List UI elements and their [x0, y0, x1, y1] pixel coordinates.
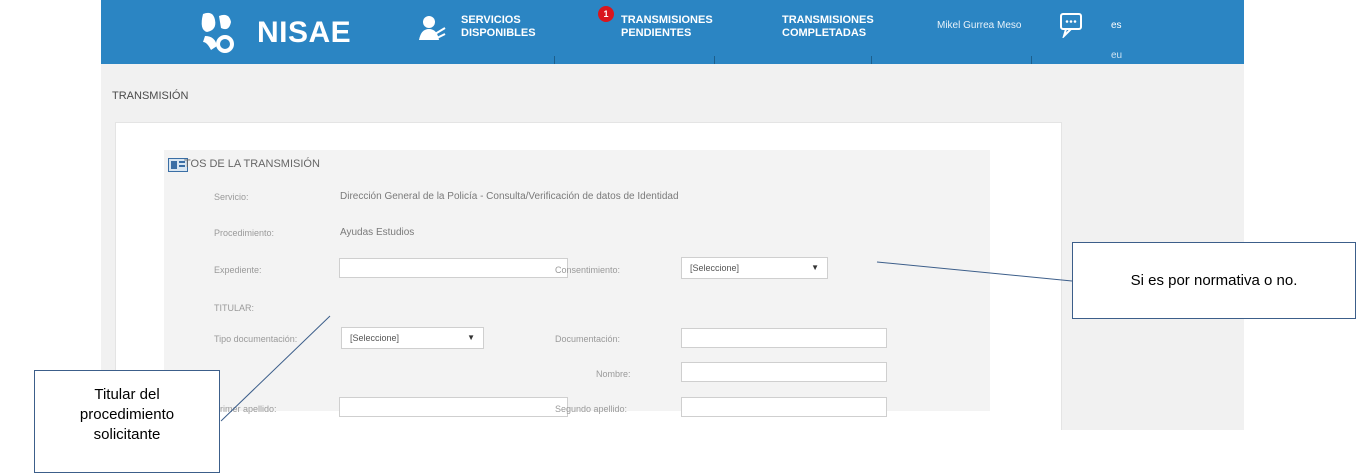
select-value: [Seleccione]	[350, 333, 400, 343]
nav-separator	[871, 56, 872, 64]
user-service-icon	[419, 16, 446, 40]
procedimiento-label: Procedimiento:	[214, 228, 275, 238]
primer-apellido-input[interactable]	[339, 397, 568, 417]
transmission-data-panel: TOS DE LA TRANSMISIÓN Servicio: Direcció…	[164, 150, 990, 417]
top-navigation-bar: NISAE SERVICIOS DISPONIBLES 1 TRANSMISIO…	[101, 0, 1244, 64]
tipo-documentacion-label: Tipo documentación:	[214, 334, 298, 344]
nav-servicios-disponibles[interactable]: SERVICIOS DISPONIBLES	[461, 14, 536, 40]
application-window: NISAE SERVICIOS DISPONIBLES 1 TRANSMISIO…	[101, 0, 1244, 430]
page-title: TRANSMISIÓN	[112, 90, 189, 102]
servicio-value: Dirección General de la Policía - Consul…	[340, 191, 679, 202]
procedimiento-value: Ayudas Estudios	[340, 227, 415, 238]
callout-text-line: solicitante	[93, 426, 161, 443]
chat-icon[interactable]	[1058, 12, 1084, 38]
callout-text-line: procedimiento	[79, 406, 175, 423]
nisae-logo-icon	[201, 12, 234, 53]
expediente-label: Expediente:	[214, 265, 262, 275]
callout-text: Si es por normativa o no.	[1130, 272, 1298, 289]
user-name[interactable]: Mikel Gurrea Meso	[937, 20, 1021, 31]
consentimiento-select[interactable]: [Seleccione] ▼	[681, 257, 828, 279]
nav-label-line2: PENDIENTES	[621, 27, 692, 39]
callout-consentimiento-note: Si es por normativa o no.	[1072, 242, 1356, 319]
chevron-down-icon: ▼	[467, 333, 475, 342]
primer-apellido-label: Primer apellido:	[214, 404, 277, 414]
tipo-documentacion-select[interactable]: [Seleccione] ▼	[341, 327, 484, 349]
expediente-input[interactable]	[339, 258, 568, 278]
pending-count-badge: 1	[598, 6, 614, 22]
nav-separator	[1031, 56, 1032, 64]
titular-label: TITULAR:	[214, 303, 255, 313]
select-value: [Seleccione]	[690, 263, 740, 273]
nombre-input[interactable]	[681, 362, 887, 382]
nombre-label: Nombre:	[596, 369, 631, 379]
chevron-down-icon: ▼	[811, 263, 819, 272]
nav-separator	[714, 56, 715, 64]
nav-label-line1: SERVICIOS	[461, 14, 521, 26]
panel-title: TOS DE LA TRANSMISIÓN	[184, 158, 320, 170]
nav-label-line2: COMPLETADAS	[782, 27, 867, 39]
app-logo-text: NISAE	[257, 16, 352, 49]
segundo-apellido-input[interactable]	[681, 397, 887, 417]
consentimiento-label: Consentimiento:	[555, 265, 621, 275]
segundo-apellido-label: Segundo apellido:	[555, 404, 628, 414]
nav-transmisiones-pendientes[interactable]: TRANSMISIONES PENDIENTES	[621, 14, 713, 40]
nav-label-line1: TRANSMISIONES	[621, 14, 713, 26]
transmission-card: TOS DE LA TRANSMISIÓN Servicio: Direcció…	[115, 122, 1062, 430]
nav-separator	[554, 56, 555, 64]
nav-transmisiones-completadas[interactable]: TRANSMISIONES COMPLETADAS	[782, 14, 874, 40]
documentacion-label: Documentación:	[555, 334, 621, 344]
nav-label-line2: DISPONIBLES	[461, 27, 536, 39]
language-eu[interactable]: eu	[1111, 50, 1122, 61]
language-es[interactable]: es	[1111, 20, 1122, 31]
documentacion-input[interactable]	[681, 328, 887, 348]
callout-titular-note: Titular del procedimiento solicitante	[34, 370, 220, 473]
callout-text-line: Titular del	[94, 386, 160, 403]
nav-label-line1: TRANSMISIONES	[782, 14, 874, 26]
servicio-label: Servicio:	[214, 192, 249, 202]
